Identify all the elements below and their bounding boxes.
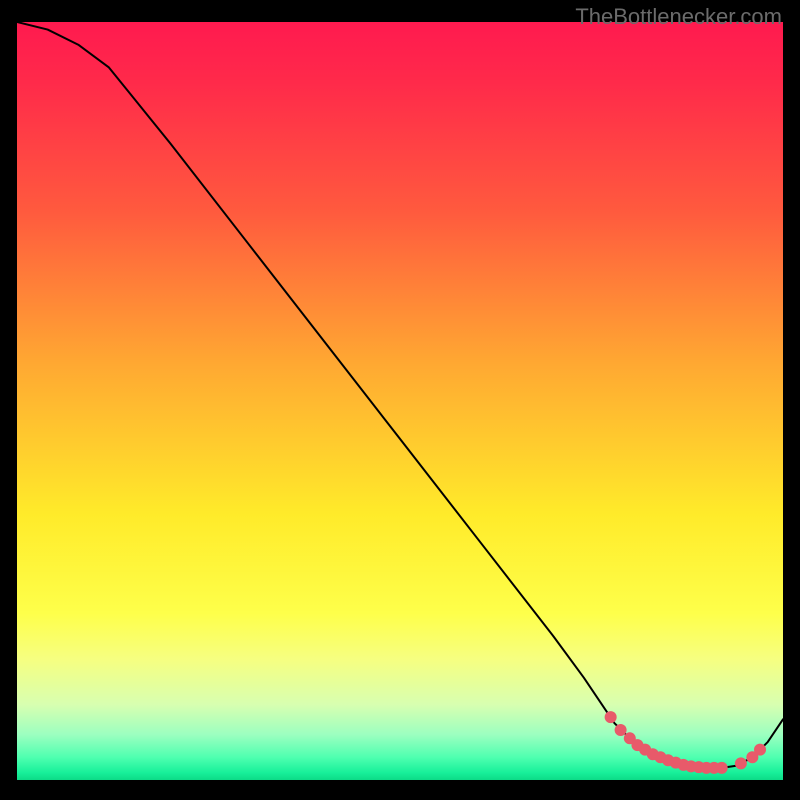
gradient-background (17, 22, 783, 780)
watermark-text: TheBottlenecker.com (575, 4, 782, 30)
chart-area (17, 22, 783, 780)
